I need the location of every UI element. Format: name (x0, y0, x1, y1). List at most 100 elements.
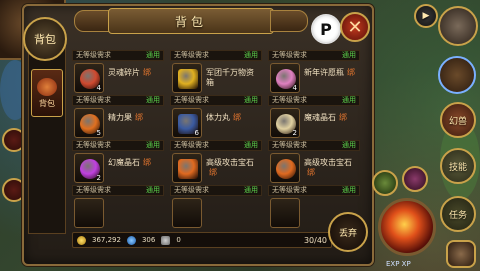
illusion-beast-button[interactable]: 幻兽 (440, 102, 476, 138)
level-requirement-text: 无等级需求 (174, 96, 209, 104)
title-wing-left (74, 10, 112, 32)
item-slot-frame[interactable] (172, 153, 202, 183)
item-name-text: 幻魔晶石 (108, 158, 140, 167)
skill-button[interactable]: 技能 (440, 148, 476, 184)
discard-button[interactable]: 丢弃 (328, 212, 368, 252)
item-slot-frame[interactable]: 4 (270, 63, 300, 93)
gold-coin-icon (77, 235, 86, 245)
item-slot-frame[interactable] (270, 153, 300, 183)
item-count: 6 (194, 129, 199, 137)
friend-button[interactable] (446, 240, 476, 268)
bound-tag: 绑 (209, 168, 217, 177)
bag-slot[interactable]: 无等级需求 通用 4 灵魂碎片绑 (72, 50, 164, 94)
item-grid: 无等级需求 通用 4 灵魂碎片绑无等级需求 通用 军团千万物资箱 无等级需求 通用 4 新年许愿瓶… (72, 50, 364, 230)
skill-slot-2[interactable] (402, 166, 428, 192)
item-name: 新年许愿瓶绑 (304, 68, 358, 78)
item-name: 高级攻击宝石绑 (304, 158, 358, 178)
level-requirement: 无等级需求 通用 (170, 95, 262, 106)
bag-slot[interactable]: 无等级需求 通用 (170, 185, 262, 229)
level-requirement-text: 无等级需求 (174, 51, 209, 59)
close-button[interactable]: ✕ (340, 12, 370, 42)
illusion-beast-label: 幻兽 (448, 116, 467, 127)
item-name: 高级攻击宝石绑 (206, 158, 260, 178)
item-name-text: 高级攻击宝石 (206, 158, 254, 167)
item-slot-frame[interactable]: 2 (270, 108, 300, 138)
bag-slot[interactable]: 无等级需求 通用 2 幻魔晶石绑 (72, 140, 164, 184)
usable-status: 通用 (244, 141, 258, 149)
item-name: 幻魔晶石绑 (108, 158, 162, 168)
bag-slot[interactable]: 无等级需求 通用 高级攻击宝石绑 (170, 140, 262, 184)
bound-tag: 绑 (135, 113, 143, 122)
play-icon[interactable]: ▶ (414, 4, 438, 28)
item-name: 军团千万物资箱 (206, 68, 260, 88)
item-slot-frame[interactable]: 4 (74, 63, 104, 93)
bag-tab-badge-label: 背包 (34, 33, 56, 46)
level-requirement: 无等级需求 通用 (170, 185, 262, 196)
level-requirement: 无等级需求 通用 (72, 140, 164, 151)
item-count: 4 (96, 84, 101, 92)
usable-status: 通用 (146, 186, 160, 194)
item-name-text: 体力丸 (206, 113, 230, 122)
usable-status: 通用 (146, 51, 160, 59)
bag-title-text: 背包 (174, 14, 207, 29)
level-requirement: 无等级需求 通用 (268, 185, 360, 196)
bag-tab-column: 背包 背包 (23, 17, 67, 234)
usable-status: 通用 (342, 141, 356, 149)
item-count: 2 (292, 129, 297, 137)
currency-status-bar: 367,292 306 0 30/40 (72, 232, 332, 248)
bag-capacity: 30/40 (303, 235, 327, 245)
item-name: 魔魂晶石绑 (304, 113, 358, 123)
bound-tag: 绑 (347, 68, 355, 77)
bag-slot[interactable]: 无等级需求 通用军团千万物资箱 (170, 50, 262, 94)
bag-slot[interactable]: 无等级需求 通用 5 精力果绑 (72, 95, 164, 139)
level-requirement: 无等级需求 通用 (268, 140, 360, 151)
item-slot-frame[interactable] (172, 63, 202, 93)
level-requirement-text: 无等级需求 (76, 96, 111, 104)
exp-label: EXP XP (386, 260, 411, 268)
level-requirement-text: 无等级需求 (76, 186, 111, 194)
bag-slot[interactable]: 无等级需求 通用 (72, 185, 164, 229)
usable-status: 通用 (244, 51, 258, 59)
level-requirement-text: 无等级需求 (272, 51, 307, 59)
item-slot-frame[interactable]: 5 (74, 108, 104, 138)
item-slot-frame[interactable] (270, 198, 300, 228)
item-name: 体力丸绑 (206, 113, 260, 123)
level-requirement: 无等级需求 通用 (72, 50, 164, 61)
diamond-amount: 306 (141, 236, 156, 244)
discard-button-label: 丢弃 (338, 228, 357, 239)
item-count: 4 (292, 84, 297, 92)
item-icon (178, 69, 198, 89)
skill-slot-1[interactable] (372, 170, 398, 196)
character-portrait-button[interactable] (438, 6, 478, 46)
bag-tab-icon (37, 77, 57, 96)
bag-slot[interactable]: 无等级需求 通用高级攻击宝石绑 (268, 140, 360, 184)
bag-slot[interactable]: 无等级需求 通用 2 魔魂晶石绑 (268, 95, 360, 139)
p-button-label: P (320, 19, 332, 39)
level-requirement: 无等级需求 通用 (268, 95, 360, 106)
item-slot-frame[interactable] (74, 198, 104, 228)
item-slot-frame[interactable] (172, 198, 202, 228)
item-icon (276, 159, 296, 179)
item-slot-frame[interactable]: 6 (172, 108, 202, 138)
title-wing-right (270, 10, 308, 32)
item-name-text: 灵魂碎片 (108, 68, 140, 77)
level-requirement-text: 无等级需求 (174, 186, 209, 194)
p-button[interactable]: P (311, 14, 341, 44)
usable-status: 通用 (146, 141, 160, 149)
attack-orb-button[interactable] (378, 198, 436, 256)
bag-tab-badge[interactable]: 背包 (23, 17, 67, 61)
tab-bag[interactable]: 背包 (31, 69, 63, 117)
bag-slot[interactable]: 无等级需求 通用 6 体力丸绑 (170, 95, 262, 139)
usable-status: 通用 (244, 96, 258, 104)
item-name: 灵魂碎片绑 (108, 68, 162, 78)
tab-bag-label: 背包 (39, 98, 55, 108)
bag-slot[interactable]: 无等级需求 通用 4 新年许愿瓶绑 (268, 50, 360, 94)
level-requirement: 无等级需求 通用 (268, 50, 360, 61)
level-requirement: 无等级需求 通用 (170, 50, 262, 61)
quest-button[interactable]: 任务 (440, 196, 476, 232)
hud-bag-button[interactable] (438, 56, 476, 94)
usable-status: 通用 (342, 186, 356, 194)
bag-window: 背包 P ✕ 背包 背包 无等级需求 通用 4 灵魂碎片绑无等级需求 通用 军团千万物资箱… (22, 4, 374, 266)
item-slot-frame[interactable]: 2 (74, 153, 104, 183)
play-icon-glyph: ▶ (422, 11, 430, 21)
